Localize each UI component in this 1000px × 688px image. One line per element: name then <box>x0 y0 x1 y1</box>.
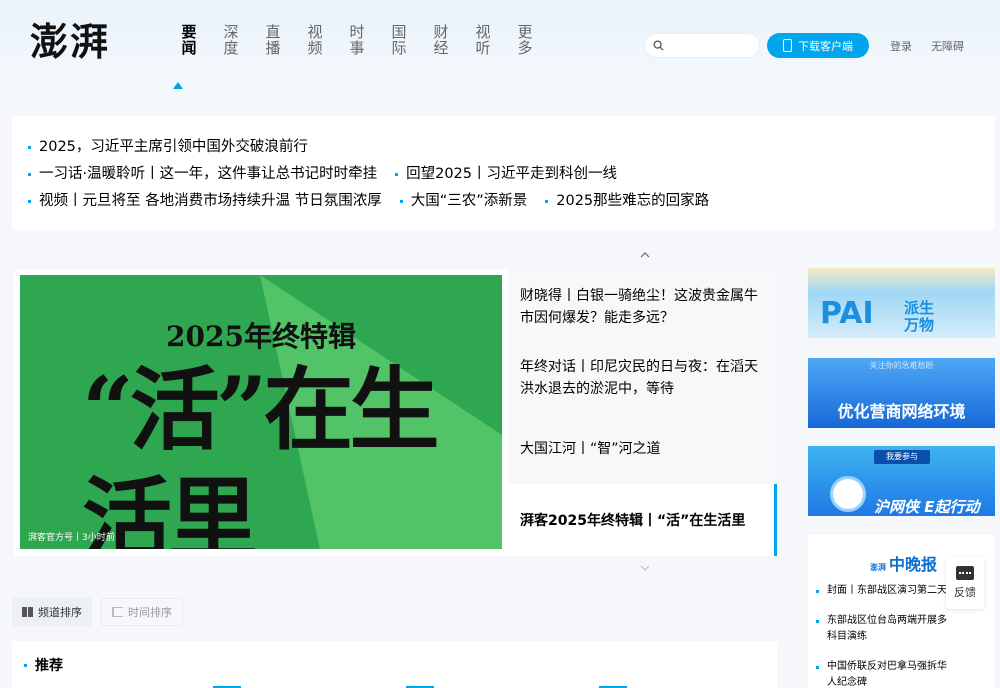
grid-icon <box>22 607 33 617</box>
download-app-button[interactable]: 下载客户端 <box>767 33 869 58</box>
ad-banner-cyber[interactable]: 我要参与 沪网侠 E起行动 <box>808 446 995 516</box>
ad-banner-business[interactable]: 关注你的急难愁盼 优化营商网络环境 <box>808 358 995 428</box>
headline-row: 一习话·温暖聆听丨这一年，这件事让总书记时时牵挂 回望2025丨习近平走到科创一… <box>28 165 635 183</box>
bullet-icon <box>399 199 403 203</box>
focus-list: 财晓得丨白银一骑绝尘！这波贵金属牛市因何爆发？能走多远？ 年终对话丨印尼灾民的日… <box>508 269 777 556</box>
feedback-button[interactable]: 反馈 <box>946 557 984 609</box>
nav-item-news[interactable]: 要闻 <box>168 24 210 56</box>
search-box[interactable] <box>644 33 760 58</box>
phone-icon <box>783 39 792 52</box>
evening-news-logo[interactable]: 澎湃 中晚报 <box>870 551 937 575</box>
focus-poster[interactable]: 2025年终特辑 “活”在生活里 湃客官方号丨3小时前 <box>20 275 502 549</box>
poster-title: “活”在生活里 <box>82 357 440 549</box>
nav-item-audio[interactable]: 视听 <box>462 24 504 56</box>
evening-news-item[interactable]: 封面丨东部战区演习第二天 <box>816 583 956 599</box>
bullet-icon <box>28 199 31 203</box>
headline-link[interactable]: 2025，习近平主席引领中国外交破浪前行 <box>28 138 308 156</box>
header: 澎湃 要闻 深度 直播 视频 时事 国际 财经 视听 更多 下载客户端 登录 无… <box>0 0 1000 112</box>
nav-item-current[interactable]: 时事 <box>336 24 378 56</box>
nav-item-video[interactable]: 视频 <box>294 24 336 56</box>
main-nav: 要闻 深度 直播 视频 时事 国际 财经 视听 更多 <box>168 24 546 56</box>
nav-item-international[interactable]: 国际 <box>378 24 420 56</box>
ad-business-title: 优化营商网络环境 <box>837 402 966 421</box>
chevron-down-icon[interactable] <box>640 563 650 573</box>
nav-item-finance[interactable]: 财经 <box>420 24 462 56</box>
poster-subtitle: 2025年终特辑 <box>166 320 356 353</box>
recommend-title: 推荐 <box>24 655 63 675</box>
headline-link[interactable]: 回望2025丨习近平走到科创一线 <box>395 165 617 183</box>
ad-banner-pai[interactable]: PAI 派生 万物 <box>808 268 995 338</box>
ad-cyber-title: 沪网侠 E起行动 <box>874 498 980 516</box>
bullet-icon <box>816 620 819 623</box>
bullet-icon <box>545 199 549 203</box>
nav-item-more[interactable]: 更多 <box>504 24 546 56</box>
headline-row: 2025，习近平主席引领中国外交破浪前行 <box>28 138 326 156</box>
ad-pai-slogan: 派生 万物 <box>904 299 935 334</box>
logo[interactable]: 澎湃 <box>30 14 120 70</box>
bullet-icon <box>24 663 27 667</box>
evening-news-item[interactable]: 中国侨联反对巴拿马强拆华人纪念碑 <box>816 659 956 688</box>
nav-active-indicator <box>173 82 183 89</box>
download-label: 下载客户端 <box>798 39 853 53</box>
focus-list-item[interactable]: 大国江河丨“智”河之道 <box>508 438 777 460</box>
sort-by-time-tab[interactable]: 时间排序 <box>101 598 183 626</box>
headline-link[interactable]: 一习话·温暖聆听丨这一年，这件事让总书记时时牵挂 <box>28 165 377 183</box>
headline-row: 视频丨元旦将至 各地消费市场持续升温 节日氛围浓厚 大国“三农”添新景 2025… <box>28 192 727 210</box>
focus-list-item[interactable]: 年终对话丨印尼灾民的日与夜：在滔天洪水退去的淤泥中，等待 <box>508 356 777 400</box>
focus-list-item[interactable]: 财晓得丨白银一骑绝尘！这波贵金属牛市因何爆发？能走多远？ <box>508 285 777 329</box>
feedback-label: 反馈 <box>954 586 976 599</box>
recommend-section: 推荐 <box>12 641 777 688</box>
headline-box: 2025，习近平主席引领中国外交破浪前行 一习话·温暖聆听丨这一年，这件事让总书… <box>12 116 995 230</box>
poster-source: 湃客官方号丨3小时前 <box>28 533 115 543</box>
search-icon <box>653 40 664 51</box>
ad-cyber-button[interactable]: 我要参与 <box>874 450 930 464</box>
nav-item-live[interactable]: 直播 <box>252 24 294 56</box>
robot-icon <box>830 476 866 512</box>
bullet-icon <box>28 172 31 176</box>
focus-carousel: 2025年终特辑 “活”在生活里 湃客官方号丨3小时前 财晓得丨白银一骑绝尘！这… <box>14 269 777 556</box>
bullet-icon <box>816 590 819 593</box>
headline-link[interactable]: 大国“三农”添新景 <box>399 192 527 210</box>
chat-icon <box>956 566 974 580</box>
ad-pai-logo: PAI <box>820 296 874 331</box>
login-link[interactable]: 登录 <box>890 38 912 54</box>
bullet-icon <box>28 145 31 149</box>
accessibility-link[interactable]: 无障碍 <box>931 38 964 54</box>
nav-item-depth[interactable]: 深度 <box>210 24 252 56</box>
headline-link[interactable]: 视频丨元旦将至 各地消费市场持续升温 节日氛围浓厚 <box>28 192 382 210</box>
sort-by-channel-tab[interactable]: 频道排序 <box>12 598 92 626</box>
chevron-up-icon[interactable] <box>640 250 650 260</box>
evening-news-item[interactable]: 东部战区位台岛两端开展多科目演练 <box>816 613 956 645</box>
bullet-icon <box>816 666 819 669</box>
focus-list-item-active[interactable]: 湃客2025年终特辑丨“活”在生活里 <box>508 484 777 556</box>
search-input[interactable] <box>669 37 753 55</box>
list-icon <box>112 607 123 617</box>
ad-business-top: 关注你的急难愁盼 <box>869 361 934 370</box>
bullet-icon <box>395 172 399 176</box>
headline-link[interactable]: 2025那些难忘的回家路 <box>545 192 709 210</box>
